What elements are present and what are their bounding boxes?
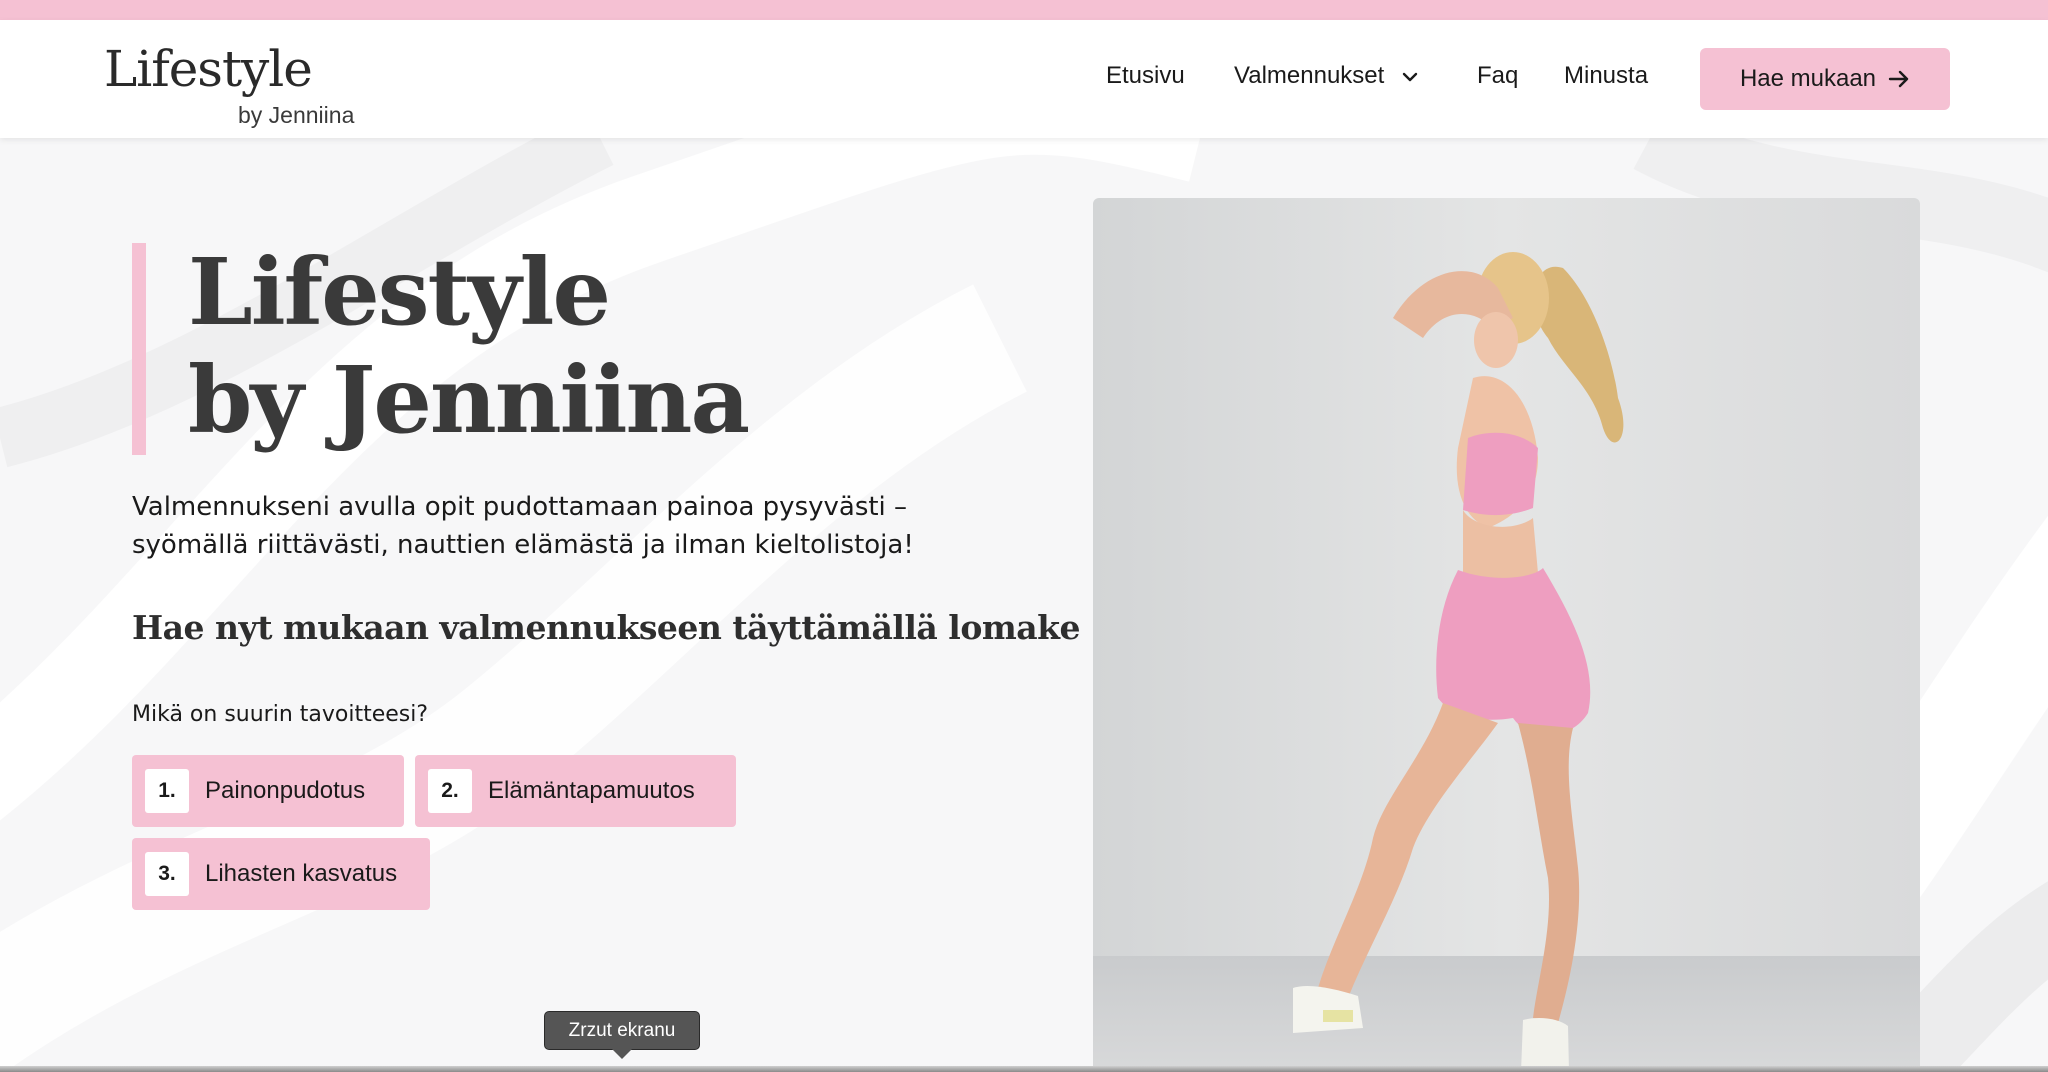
arrow-right-icon [1888,70,1909,88]
hero-title: Lifestyle by Jenniina [188,238,750,454]
site-header: Lifestyle by Jenniina Etusivu Valmennuks… [0,20,2048,138]
hero-title-line1: Lifestyle [188,238,611,346]
goal-question: Mikä on suurin tavoitteesi? [132,702,429,727]
goal-option-lihasten-kasvatus[interactable]: 3. Lihasten kasvatus [132,838,430,910]
hero-title-line2: by Jenniina [188,346,750,454]
logo-sub-text: by Jenniina [238,102,355,128]
option-number: 3. [145,852,189,896]
nav-item-faq[interactable]: Faq [1477,62,1518,90]
site-logo[interactable]: Lifestyle by Jenniina [104,40,374,128]
tooltip-arrow [612,1049,632,1059]
hero-photo [1093,198,1920,1072]
nav-item-valmennukset[interactable]: Valmennukset [1234,62,1419,90]
logo-main-text: Lifestyle [104,40,313,98]
goal-option-painonpudotus[interactable]: 1. Painonpudotus [132,755,404,827]
hae-mukaan-label: Hae mukaan [1739,65,1877,92]
option-label: Elämäntapamuutos [488,777,695,804]
hae-mukaan-button[interactable]: Hae mukaan [1700,48,1950,110]
option-label: Lihasten kasvatus [205,860,398,887]
hero-description: Valmennukseni avulla opit pudottamaan pa… [132,492,914,560]
nav-item-minusta[interactable]: Minusta [1564,62,1648,90]
screenshot-tooltip: Zrzut ekranu [544,1011,700,1050]
window-bottom-edge [0,1066,2048,1072]
option-label: Painonpudotus [205,777,366,804]
option-number: 1. [145,769,189,813]
nav-item-valmennukset-label: Valmennukset [1234,62,1385,89]
title-accent-bar [132,243,146,455]
nav-item-etusivu[interactable]: Etusivu [1106,62,1185,90]
form-heading: Hae nyt mukaan valmennukseen täyttämällä… [132,608,1081,647]
chevron-down-icon [1402,72,1418,81]
option-number: 2. [428,769,472,813]
top-accent-strip [0,0,2048,20]
goal-option-elamantapamuutos[interactable]: 2. Elämäntapamuutos [415,755,736,827]
